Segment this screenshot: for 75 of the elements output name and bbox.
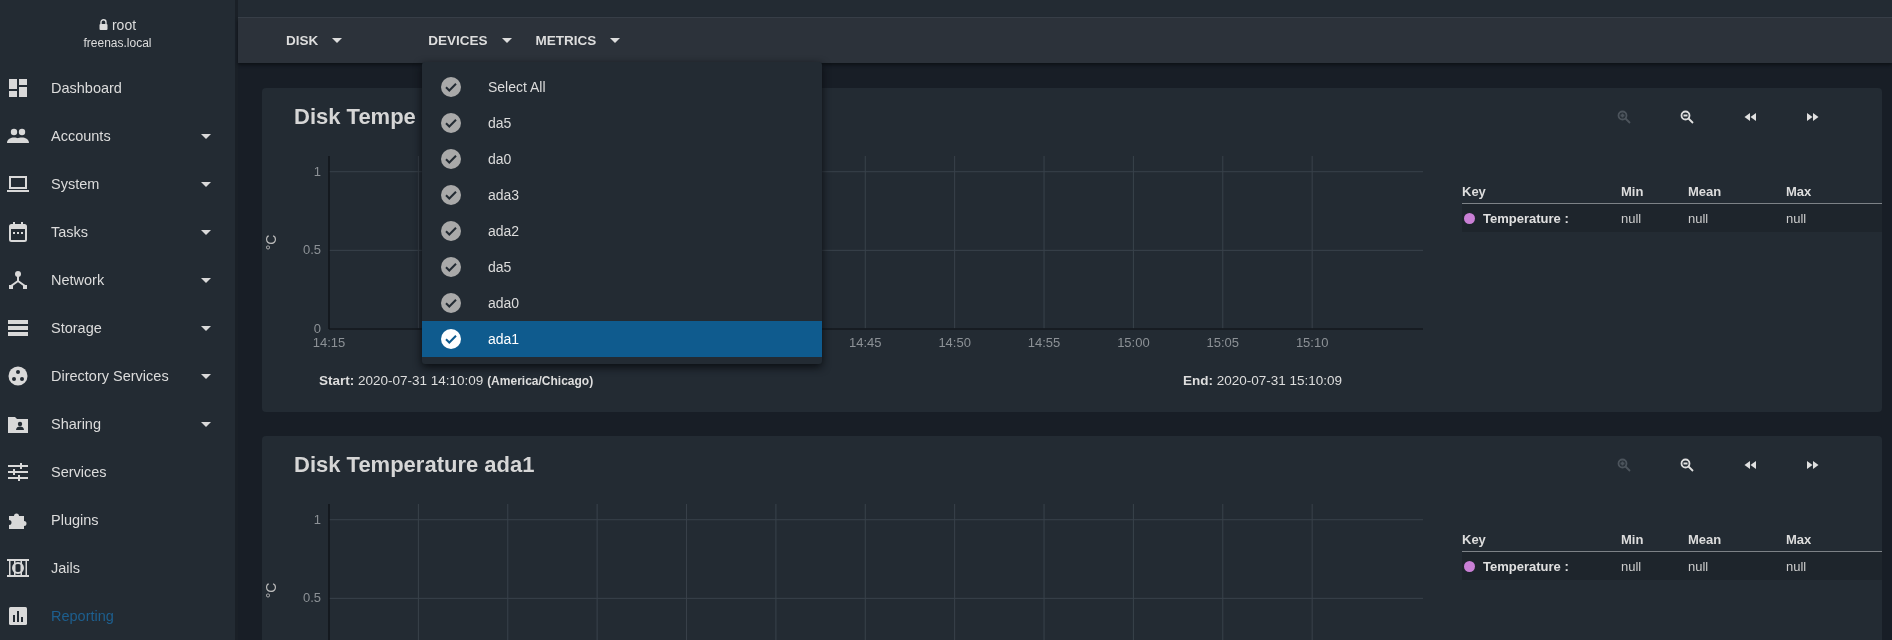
sidebar-item[interactable]: Services <box>0 448 235 496</box>
caret-icon <box>610 38 621 43</box>
dropdown-option[interactable]: da5 <box>422 249 822 285</box>
menu-button[interactable]: METRICS <box>535 33 621 48</box>
storage-icon <box>7 318 29 338</box>
laptop-icon <box>7 174 29 194</box>
sidebar-item[interactable]: Network <box>0 256 235 304</box>
dropdown-option[interactable]: ada3 <box>422 177 822 213</box>
y-tick-label: 0.5 <box>302 590 321 606</box>
series-name: Temperature : <box>1483 210 1569 226</box>
user-name: root <box>111 16 137 33</box>
legend-header: Mean <box>1688 531 1723 547</box>
sidebar-item[interactable]: System <box>0 160 235 208</box>
chart-title: Disk Temperature ada1 <box>294 452 535 478</box>
y-axis-label: °C <box>263 234 279 251</box>
series-name: Temperature : <box>1483 558 1569 574</box>
sidebar-item[interactable]: Jails <box>0 544 235 592</box>
y-axis-label: °C <box>263 582 279 599</box>
x-tick-label: 15:10 <box>1295 335 1329 350</box>
calendar-icon <box>7 222 29 242</box>
caret-icon <box>332 38 343 43</box>
lock-icon <box>98 19 108 30</box>
sidebar-item[interactable]: Directory Services <box>0 352 235 400</box>
host-name: freenas.local <box>83 35 152 50</box>
end-time: End: 2020-07-31 15:10:09 <box>1182 373 1342 388</box>
legend-header: Min <box>1621 183 1645 199</box>
zoom-out-icon[interactable] <box>1678 108 1696 126</box>
dropdown-option[interactable]: ada2 <box>422 213 822 249</box>
x-tick-label: 15:00 <box>1117 335 1150 350</box>
sidebar-item[interactable]: Sharing <box>0 400 235 448</box>
legend-value: null <box>1688 210 1710 226</box>
people-icon <box>7 126 29 146</box>
sidebar-item[interactable]: Dashboard <box>0 64 235 112</box>
legend-value: null <box>1621 558 1643 574</box>
network-icon <box>7 270 29 290</box>
legend-header: Max <box>1786 183 1813 199</box>
legend-header: Max <box>1786 531 1813 547</box>
legend-header: Key <box>1462 183 1487 199</box>
legend-value: null <box>1786 210 1808 226</box>
x-tick-label: 15:05 <box>1206 335 1240 350</box>
legend-value: null <box>1621 210 1643 226</box>
x-tick-label: 14:55 <box>1027 335 1061 350</box>
dropdown-option[interactable]: ada1 <box>422 321 822 357</box>
x-tick-label: 14:45 <box>849 335 882 350</box>
y-tick-label: 1 <box>313 163 321 179</box>
legend-value: null <box>1786 558 1808 574</box>
menu-button[interactable]: DEVICES <box>428 33 512 48</box>
zoom-out-icon[interactable] <box>1678 456 1696 474</box>
circle-dots-icon <box>7 366 29 386</box>
sidebar-item[interactable]: Plugins <box>0 496 235 544</box>
dropdown-option[interactable]: da0 <box>422 141 822 177</box>
y-tick-label: 1 <box>313 511 321 527</box>
dropdown-option[interactable]: Select All <box>422 69 822 105</box>
legend-header: Min <box>1621 531 1645 547</box>
dashboard-icon <box>7 78 29 98</box>
legend-header: Mean <box>1688 183 1723 199</box>
folder-person-icon <box>7 414 29 434</box>
y-tick-label: 0.5 <box>302 242 321 258</box>
sidebar-item[interactable]: Storage <box>0 304 235 352</box>
caret-icon <box>501 38 512 43</box>
x-tick-label: 14:15 <box>312 335 346 350</box>
start-time: Start: 2020-07-31 14:10:09 (America/Chicago) <box>319 373 594 388</box>
sliders-icon <box>7 462 29 482</box>
menu-button[interactable]: DISK <box>286 33 343 48</box>
dropdown-option[interactable]: ada0 <box>422 285 822 321</box>
sidebar-item[interactable]: Tasks <box>0 208 235 256</box>
sidebar-item[interactable]: Accounts <box>0 112 235 160</box>
dropdown-option[interactable]: da5 <box>422 105 822 141</box>
y-tick-label: 0 <box>313 321 321 336</box>
jail-icon <box>7 558 29 578</box>
x-tick-label: 14:50 <box>938 335 971 350</box>
chart-title: Disk Tempe <box>294 104 416 130</box>
bar-chart-icon <box>7 606 29 626</box>
legend-header: Key <box>1462 531 1487 547</box>
legend-value: null <box>1688 558 1710 574</box>
